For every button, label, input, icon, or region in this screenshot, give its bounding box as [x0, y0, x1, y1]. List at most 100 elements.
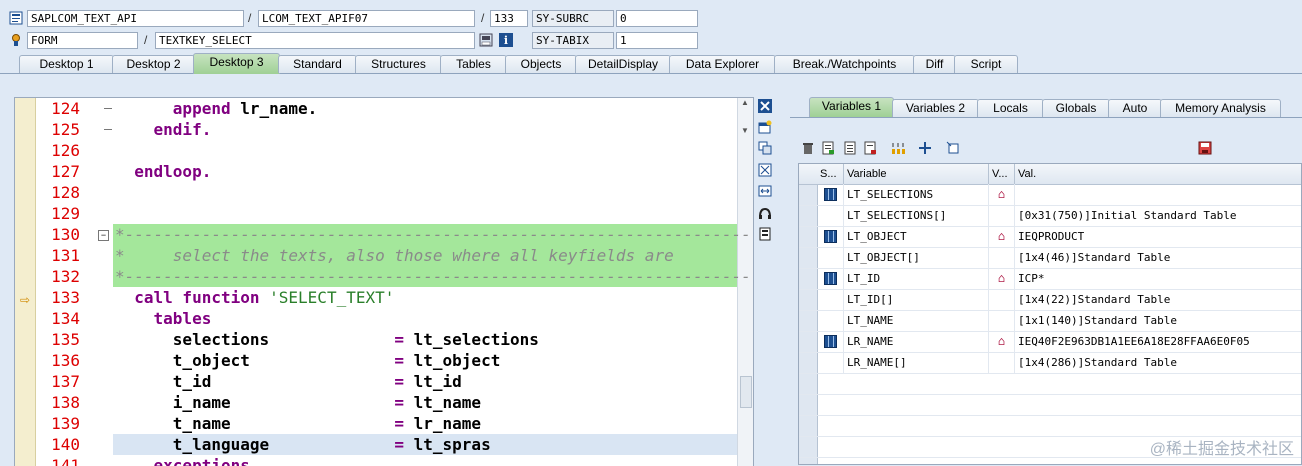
tab-desktop-1[interactable]: Desktop 1	[19, 55, 114, 73]
hierarchy-icon[interactable]	[890, 141, 906, 157]
navigate-icon[interactable]	[917, 141, 933, 157]
insert-row-icon[interactable]	[820, 141, 836, 157]
tab-standard[interactable]: Standard	[278, 55, 357, 73]
code-line[interactable]: * select the texts, also those where all…	[115, 245, 674, 266]
new-tool-icon[interactable]	[757, 120, 773, 136]
variable-name-cell[interactable]: LT_OBJECT[]	[844, 247, 989, 268]
variable-row[interactable]: LT_SELECTIONS ⌂	[799, 184, 1301, 206]
tab-structures[interactable]: Structures	[355, 55, 442, 73]
event-type-field[interactable]: FORM	[27, 32, 138, 49]
variable-name-cell[interactable]: LT_SELECTIONS	[844, 184, 989, 205]
tab-breakpoints[interactable]: Break./Watchpoints	[774, 55, 915, 73]
tab-desktop-2[interactable]: Desktop 2	[112, 55, 195, 73]
variable-name-cell[interactable]: LT_SELECTIONS[]	[844, 205, 989, 226]
settings-tool-icon[interactable]	[757, 227, 773, 243]
value-cell[interactable]: IEQPRODUCT	[1015, 226, 1301, 247]
sysvar-label-field[interactable]: SY-TABIX	[532, 32, 614, 49]
code-line[interactable]: t_name = lr_name	[115, 413, 481, 434]
tab-memory-analysis[interactable]: Memory Analysis	[1160, 99, 1281, 117]
code-line[interactable]: *---------------------------------------…	[115, 266, 753, 287]
replace-tool-icon[interactable]	[757, 141, 773, 157]
code-line[interactable]: t_id = lt_id	[115, 371, 462, 392]
code-line[interactable]: selections = lt_selections	[115, 329, 539, 350]
code-line[interactable]: endif.	[115, 119, 212, 140]
line-field[interactable]: 133	[490, 10, 528, 27]
tab-locals[interactable]: Locals	[977, 99, 1044, 117]
tab-auto[interactable]: Auto	[1108, 99, 1162, 117]
sysvar-label-field[interactable]: SY-SUBRC	[532, 10, 614, 27]
value-cell[interactable]: [0x31(750)]Initial Standard Table	[1015, 205, 1301, 226]
save-icon[interactable]	[1197, 141, 1213, 157]
tab-objects[interactable]: Objects	[505, 55, 577, 73]
tab-diff[interactable]: Diff	[913, 55, 956, 73]
code-line[interactable]: tables	[115, 308, 212, 329]
variable-row[interactable]: LT_ID ⌂ ICP*	[799, 268, 1301, 290]
table-icon[interactable]	[823, 272, 837, 285]
value-cell[interactable]: [1x4(22)]Standard Table	[1015, 289, 1301, 310]
change-value-icon[interactable]: ⌂	[998, 184, 1005, 205]
variable-row[interactable]: LT_SELECTIONS[] [0x31(750)]Initial Standa…	[799, 205, 1301, 227]
close-icon[interactable]	[757, 99, 773, 115]
tab-data-explorer[interactable]: Data Explorer	[669, 55, 776, 73]
scroll-thumb[interactable]	[740, 376, 752, 408]
value-cell[interactable]: [1x1(140)]Standard Table	[1015, 310, 1301, 331]
services-icon[interactable]	[757, 206, 773, 222]
code-line[interactable]: endloop.	[115, 161, 211, 182]
variable-row[interactable]: LR_NAME[] [1x4(286)]Standard Table	[799, 352, 1301, 374]
breakpoint-gutter[interactable]	[15, 98, 36, 466]
tab-script[interactable]: Script	[954, 55, 1018, 73]
code-line[interactable]: exceptions	[115, 455, 250, 466]
code-line[interactable]: *---------------------------------------…	[115, 224, 753, 245]
code-line[interactable]: append lr_name.	[115, 98, 318, 119]
swap-icon[interactable]	[757, 184, 773, 200]
info-icon[interactable]: i	[499, 33, 513, 47]
variable-row[interactable]: LT_OBJECT[] [1x4(46)]Standard Table	[799, 247, 1301, 269]
col-header-val[interactable]: Val.	[1015, 164, 1301, 184]
delete-rows-icon[interactable]	[862, 141, 878, 157]
maximize-icon[interactable]	[757, 163, 773, 179]
value-cell[interactable]: [1x4(286)]Standard Table	[1015, 352, 1301, 373]
variable-name-cell[interactable]: LT_ID	[844, 268, 989, 289]
variable-name-cell[interactable]: LT_OBJECT	[844, 226, 989, 247]
table-icon[interactable]	[823, 335, 837, 348]
variable-row[interactable]: LR_NAME ⌂ IEQ40F2E963DB1A1EE6A18E28FFAA6E0…	[799, 331, 1301, 353]
event-name-field[interactable]: TEXTKEY_SELECT	[155, 32, 475, 49]
value-cell[interactable]	[1015, 184, 1301, 205]
include-field[interactable]: LCOM_TEXT_APIF07	[258, 10, 475, 27]
col-header-v[interactable]: V...	[989, 164, 1015, 184]
tab-detaildisplay[interactable]: DetailDisplay	[575, 55, 671, 73]
value-cell[interactable]: IEQ40F2E963DB1A1EE6A18E28FFAA6E0F05	[1015, 331, 1301, 352]
sysvar-value-field[interactable]: 1	[616, 32, 698, 49]
col-header-variable[interactable]: Variable	[844, 164, 989, 184]
tab-desktop-3[interactable]: Desktop 3	[193, 53, 280, 74]
code-line[interactable]: call function 'SELECT_TEXT'	[115, 287, 394, 308]
value-cell[interactable]: [1x4(46)]Standard Table	[1015, 247, 1301, 268]
variable-name-cell[interactable]: LR_NAME[]	[844, 352, 989, 373]
source-editor[interactable]: ⇨ − ▲ ▼ 124 append lr_name. 125 endif. 126…	[14, 97, 754, 466]
code-line[interactable]: t_language = lt_spras	[115, 434, 491, 455]
tab-variables-2[interactable]: Variables 2	[892, 99, 979, 117]
col-header-s[interactable]: S...	[817, 164, 844, 184]
list-icon[interactable]	[842, 141, 858, 157]
scroll-up-icon[interactable]: ▲	[741, 98, 749, 107]
code-line[interactable]: t_object = lt_object	[115, 350, 501, 371]
scroll-down-icon[interactable]: ▼	[741, 126, 749, 135]
change-value-icon[interactable]: ⌂	[998, 268, 1005, 289]
save-variant-icon[interactable]	[479, 33, 493, 47]
sysvar-value-field[interactable]: 0	[616, 10, 698, 27]
delete-icon[interactable]	[800, 141, 816, 157]
variable-row[interactable]: LT_NAME [1x1(140)]Standard Table	[799, 310, 1301, 332]
variable-name-cell[interactable]: LT_NAME	[844, 310, 989, 331]
fold-toggle[interactable]: −	[98, 230, 109, 241]
tab-globals[interactable]: Globals	[1042, 99, 1110, 117]
tab-variables-1[interactable]: Variables 1	[809, 97, 894, 117]
table-icon[interactable]	[823, 230, 837, 243]
variable-name-cell[interactable]: LR_NAME	[844, 331, 989, 352]
change-value-icon[interactable]: ⌂	[998, 226, 1005, 247]
change-value-icon[interactable]: ⌂	[998, 331, 1005, 352]
table-icon[interactable]	[823, 188, 837, 201]
value-cell[interactable]: ICP*	[1015, 268, 1301, 289]
variable-row[interactable]: LT_ID[] [1x4(22)]Standard Table	[799, 289, 1301, 311]
code-line[interactable]: i_name = lt_name	[115, 392, 481, 413]
variable-name-cell[interactable]: LT_ID[]	[844, 289, 989, 310]
